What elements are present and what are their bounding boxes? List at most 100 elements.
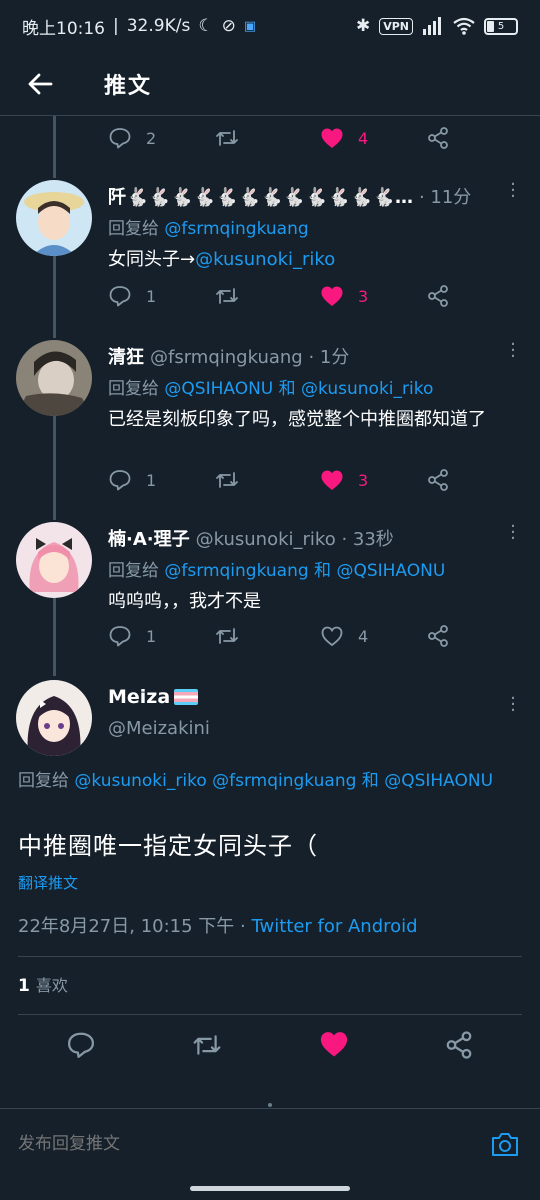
tweet-text: 女同头子→@kusunoki_riko xyxy=(108,249,336,270)
divider xyxy=(18,956,522,957)
scroll-indicator xyxy=(268,1103,272,1107)
reply-icon xyxy=(67,1032,94,1058)
tweet-meta: @fsrmqingkuang · 1分 xyxy=(150,347,350,368)
like-button[interactable]: 4 xyxy=(320,624,426,648)
more-options-icon[interactable]: · · · xyxy=(508,336,518,366)
reply-count: 2 xyxy=(146,128,157,148)
divider xyxy=(18,1014,522,1015)
more-options-icon[interactable]: · · · xyxy=(508,176,518,206)
back-button[interactable] xyxy=(10,56,70,112)
source-link[interactable]: Twitter for Android xyxy=(251,916,417,937)
reply-button[interactable] xyxy=(66,1030,96,1064)
more-options-icon[interactable]: · · · xyxy=(508,518,518,548)
retweet-icon xyxy=(216,628,238,644)
avatar[interactable] xyxy=(16,522,92,598)
like-button[interactable]: 3 xyxy=(320,284,426,308)
wifi-icon xyxy=(453,17,475,35)
heart-outline-icon xyxy=(321,626,343,647)
share-button[interactable] xyxy=(444,1030,474,1064)
gesture-nav-bar[interactable] xyxy=(190,1186,350,1191)
trans-flag-icon xyxy=(174,689,199,705)
moon-icon: ☾ xyxy=(198,16,214,36)
share-icon xyxy=(428,469,448,491)
like-button[interactable]: 4 xyxy=(320,126,426,150)
share-button[interactable] xyxy=(426,284,466,308)
heart-filled-icon xyxy=(321,128,343,148)
reply-to: 回复给 @fsrmqingkuang 和 @QSIHAONU xyxy=(108,561,446,581)
display-name[interactable]: Meiza xyxy=(108,686,170,708)
display-name[interactable]: 清狂 xyxy=(108,343,144,369)
main-tweet-actions xyxy=(0,1030,540,1064)
retweet-button[interactable] xyxy=(214,126,320,150)
retweet-button[interactable] xyxy=(214,468,320,492)
header: 推文 xyxy=(0,52,540,116)
camera-button[interactable] xyxy=(488,1127,522,1161)
mention-link[interactable]: @QSIHAONU 和 @kusunoki_riko xyxy=(164,379,433,399)
signal-icon xyxy=(423,17,441,35)
alarm-off-icon: ⊘ xyxy=(221,16,236,36)
tweet-actions: 1 3 xyxy=(108,468,488,492)
status-bar: 晚上10:16 | 32.9K/s ☾ ⊘ ▣ ✱ VPN 5 xyxy=(0,0,540,52)
heart-filled-icon xyxy=(321,470,343,490)
share-button[interactable] xyxy=(426,624,466,648)
reply-to: 回复给 @kusunoki_riko @fsrmqingkuang 和 @QSI… xyxy=(18,771,494,791)
display-name[interactable]: 楠·A·理子 xyxy=(108,525,190,551)
avatar[interactable] xyxy=(16,340,92,416)
more-options-icon[interactable]: · · · xyxy=(508,690,518,720)
mention-link[interactable]: @fsrmqingkuang xyxy=(164,219,308,239)
user-handle[interactable]: @Meizakini xyxy=(108,718,522,739)
tweet[interactable]: 楠·A·理子 @kusunoki_riko · 33秒 回复给 @fsrmqing… xyxy=(0,518,540,670)
arrow-left-icon xyxy=(28,73,53,94)
retweet-button[interactable] xyxy=(214,624,320,648)
reply-to: 回复给 @fsrmqingkuang xyxy=(108,219,309,239)
reply-count: 1 xyxy=(146,286,157,306)
main-tweet: Meiza @Meizakini · · · xyxy=(0,676,540,766)
share-button[interactable] xyxy=(426,126,466,150)
reply-button[interactable]: 2 xyxy=(108,126,214,150)
tweet-timestamp: 22年8月27日, 10:15 下午 · Twitter for Android xyxy=(18,916,418,937)
reply-icon xyxy=(109,470,131,491)
tweet-actions: 1 4 xyxy=(108,624,488,648)
page-title: 推文 xyxy=(104,73,153,99)
retweet-icon xyxy=(216,130,238,146)
translate-link[interactable]: 翻译推文 xyxy=(18,872,78,893)
reply-button[interactable]: 1 xyxy=(108,624,214,648)
reply-icon xyxy=(109,128,131,149)
tweet-meta: · 11分 xyxy=(418,187,472,208)
like-button[interactable] xyxy=(319,1030,349,1064)
avatar[interactable] xyxy=(16,180,92,256)
likes-count-row[interactable]: 1 喜欢 xyxy=(18,972,68,996)
reply-button[interactable]: 1 xyxy=(108,284,214,308)
thread-line xyxy=(53,116,56,178)
tweet-actions: 1 3 xyxy=(108,284,488,308)
share-icon xyxy=(428,285,448,307)
tweet-text: 中推圈唯一指定女同头子（ xyxy=(18,832,318,860)
heart-filled-icon xyxy=(320,1032,347,1057)
mention-link[interactable]: @fsrmqingkuang 和 @QSIHAONU xyxy=(164,561,445,581)
mention-link[interactable]: @kusunoki_riko xyxy=(195,249,335,270)
reply-input[interactable] xyxy=(18,1133,488,1154)
divider: | xyxy=(113,16,119,36)
camera-icon xyxy=(492,1132,518,1156)
network-speed: 32.9K/s xyxy=(126,16,191,36)
heart-filled-icon xyxy=(321,286,343,306)
like-button[interactable]: 3 xyxy=(320,468,426,492)
display-name[interactable]: 阡🐇🐇🐇🐇🐇🐇🐇🐇🐇🐇🐇🐇… xyxy=(108,183,413,209)
like-count: 4 xyxy=(358,128,369,148)
reply-icon xyxy=(109,286,131,307)
reply-to: 回复给 @QSIHAONU 和 @kusunoki_riko xyxy=(108,379,434,399)
retweet-icon xyxy=(193,1035,221,1055)
tweet[interactable]: 清狂 @fsrmqingkuang · 1分 回复给 @QSIHAONU 和 @k… xyxy=(0,336,540,508)
battery-icon: 5 xyxy=(484,17,518,35)
mention-link[interactable]: @kusunoki_riko @fsrmqingkuang 和 @QSIHAON… xyxy=(74,771,493,791)
like-count: 3 xyxy=(358,286,369,306)
reply-button[interactable]: 1 xyxy=(108,468,214,492)
reply-count: 1 xyxy=(146,626,157,646)
reply-composer xyxy=(0,1108,540,1178)
avatar[interactable] xyxy=(16,680,92,756)
retweet-button[interactable] xyxy=(191,1030,223,1064)
share-button[interactable] xyxy=(426,468,466,492)
tweet[interactable]: 阡🐇🐇🐇🐇🐇🐇🐇🐇🐇🐇🐇🐇… · 11分 回复给 @fsrmqingkuang 女… xyxy=(0,176,540,328)
retweet-button[interactable] xyxy=(214,284,320,308)
bluetooth-icon: ✱ xyxy=(355,16,371,36)
